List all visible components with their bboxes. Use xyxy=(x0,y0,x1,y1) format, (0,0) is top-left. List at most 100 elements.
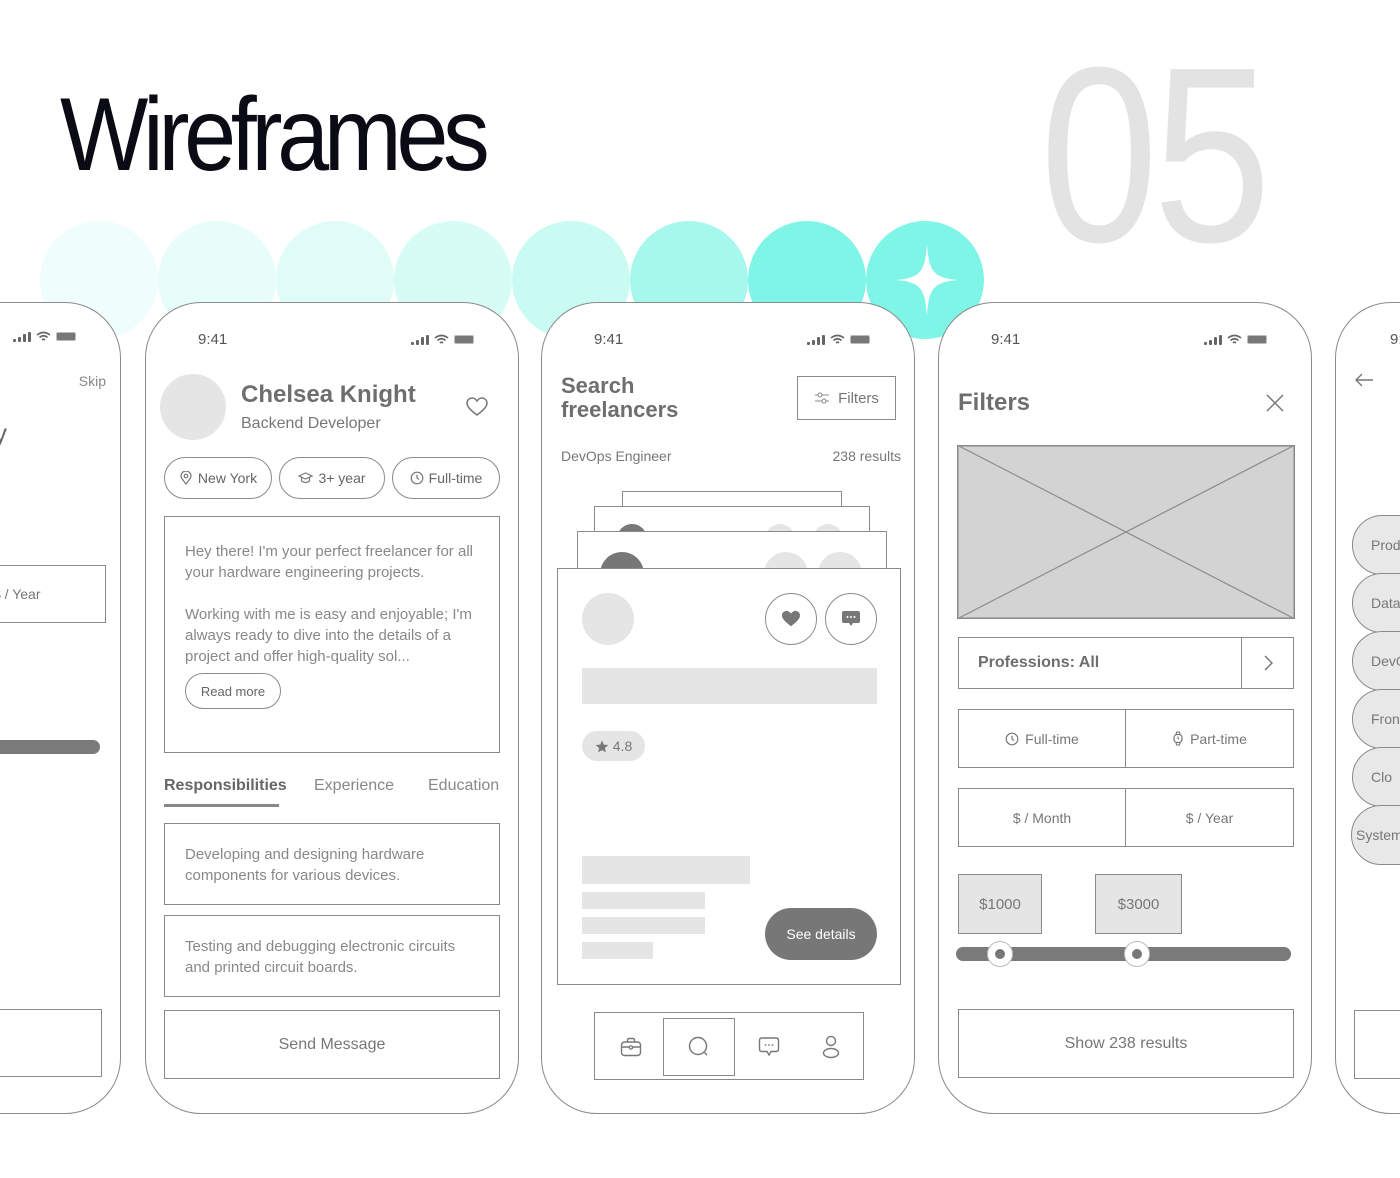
screen-title-fragment: y xyxy=(0,418,7,449)
chevron-right-icon xyxy=(1263,655,1273,671)
status-time: 9:41 xyxy=(991,331,1021,348)
search-title-line: freelancers xyxy=(561,397,679,422)
price-min-field[interactable]: $1000 xyxy=(958,874,1042,934)
sparkle-icon xyxy=(896,244,958,316)
image-placeholder xyxy=(957,445,1295,619)
bottom-nav xyxy=(594,1012,864,1080)
close-icon[interactable] xyxy=(1265,393,1285,413)
text-placeholder xyxy=(582,856,750,884)
briefcase-icon xyxy=(620,1037,642,1057)
search-title-line: Search xyxy=(561,373,635,398)
text-placeholder xyxy=(582,892,705,909)
wifi-icon xyxy=(1227,334,1242,344)
wifi-icon xyxy=(830,334,845,344)
clock-icon xyxy=(410,471,424,485)
profile-role: Backend Developer xyxy=(241,415,381,432)
search-icon xyxy=(688,1036,708,1056)
part-time-option[interactable]: Part-time xyxy=(1125,709,1294,768)
wifi-icon xyxy=(434,334,449,344)
bio-card: Hey there! I'm your perfect freelancer f… xyxy=(164,516,500,753)
profession-chip[interactable]: Fronte xyxy=(1352,689,1400,749)
tab-responsibilities[interactable]: Responsibilities xyxy=(164,777,287,795)
see-details-button[interactable]: See details xyxy=(765,908,877,960)
text-placeholder xyxy=(582,942,653,959)
status-icons xyxy=(1204,334,1267,345)
sliders-icon xyxy=(815,392,830,404)
signal-icon xyxy=(411,334,429,345)
tag-employment: Full-time xyxy=(392,457,500,499)
results-count: 238 results xyxy=(832,448,901,464)
search-query: DevOps Engineer xyxy=(561,448,672,464)
rate-month-option[interactable]: $ / Month xyxy=(958,788,1126,847)
progress-bar xyxy=(0,740,100,754)
phone-search-screen: 9:41 Search freelancers Filters DevOps E… xyxy=(541,302,915,1114)
option-label: Full-time xyxy=(1025,730,1079,747)
avatar xyxy=(160,374,226,440)
clock-icon xyxy=(1005,732,1019,745)
price-max-field[interactable]: $3000 xyxy=(1095,874,1182,934)
tab-education[interactable]: Education xyxy=(428,777,499,795)
professions-chevron[interactable] xyxy=(1241,638,1293,688)
profession-chip[interactable]: Prod xyxy=(1352,515,1400,575)
tag-label: 3+ year xyxy=(318,470,366,486)
graduation-cap-icon xyxy=(298,471,314,483)
tag-label: Full-time xyxy=(428,470,483,486)
signal-icon xyxy=(13,331,31,342)
status-time: 9:41 xyxy=(594,331,624,348)
status-icons xyxy=(13,331,76,342)
filters-title: Filters xyxy=(958,389,1031,416)
filters-button[interactable]: Filters xyxy=(797,376,896,420)
profession-chip[interactable]: DevO xyxy=(1352,631,1400,691)
heart-icon[interactable] xyxy=(466,397,488,417)
profession-chip[interactable]: Clo xyxy=(1352,747,1400,807)
name-placeholder xyxy=(582,668,877,704)
text-placeholder xyxy=(582,917,705,934)
range-thumb-max[interactable] xyxy=(1123,941,1150,967)
tag-location: New York xyxy=(164,457,272,499)
location-pin-icon xyxy=(180,471,192,485)
signal-icon xyxy=(807,334,825,345)
range-thumb-min[interactable] xyxy=(986,941,1013,967)
profession-chip[interactable]: System xyxy=(1351,805,1400,865)
heart-filled-icon xyxy=(782,610,800,627)
price-range-slider[interactable] xyxy=(956,941,1291,967)
message-button[interactable] xyxy=(825,593,877,645)
send-message-button[interactable]: Send Message xyxy=(164,1010,500,1079)
nav-profile[interactable] xyxy=(795,1018,867,1076)
bio-paragraph: Hey there! I'm your perfect freelancer f… xyxy=(185,543,473,581)
rate-year-option[interactable]: $ / Year xyxy=(1125,788,1294,847)
status-time: 9:41 xyxy=(198,331,228,348)
rate-option-year[interactable]: $ / Year xyxy=(0,565,106,623)
profession-chip[interactable]: Data xyxy=(1352,573,1400,633)
nav-search[interactable] xyxy=(663,1018,735,1076)
status-icons xyxy=(411,334,474,345)
search-title: Search freelancers xyxy=(561,374,678,422)
freelancer-card[interactable]: 4.8 See details xyxy=(557,568,901,985)
back-arrow-icon[interactable] xyxy=(1354,373,1374,387)
full-time-option[interactable]: Full-time xyxy=(958,709,1126,768)
tab-experience[interactable]: Experience xyxy=(314,777,394,795)
responsibility-item: Testing and debugging electronic circuit… xyxy=(164,915,500,997)
filters-button-label: Filters xyxy=(838,389,879,407)
chat-filled-icon xyxy=(842,611,860,626)
phone-professions-screen: 9: ProdDataDevOFronteCloSystem xyxy=(1335,302,1400,1114)
rating-value: 4.8 xyxy=(612,738,633,754)
professions-label: Professions: All xyxy=(978,654,1100,671)
star-icon xyxy=(595,740,609,752)
favorite-button[interactable] xyxy=(765,593,817,645)
continue-button[interactable] xyxy=(1354,1010,1400,1079)
phone-profile-screen: 9:41 Chelsea Knight Backend Developer Ne… xyxy=(145,302,519,1114)
status-time: 9: xyxy=(1390,331,1400,348)
continue-button[interactable] xyxy=(0,1009,102,1077)
nav-jobs[interactable] xyxy=(595,1018,667,1076)
option-label: Part-time xyxy=(1190,730,1247,747)
battery-icon xyxy=(454,335,474,344)
wifi-icon xyxy=(36,331,51,341)
professions-select[interactable]: Professions: All xyxy=(958,637,1294,689)
skip-link[interactable]: Skip xyxy=(79,373,106,389)
read-more-button[interactable]: Read more xyxy=(185,673,281,709)
bio-paragraph: Working with me is easy and enjoyable; I… xyxy=(185,606,472,665)
battery-icon xyxy=(56,332,76,341)
show-results-button[interactable]: Show 238 results xyxy=(958,1009,1294,1078)
active-tab-indicator xyxy=(164,804,279,807)
